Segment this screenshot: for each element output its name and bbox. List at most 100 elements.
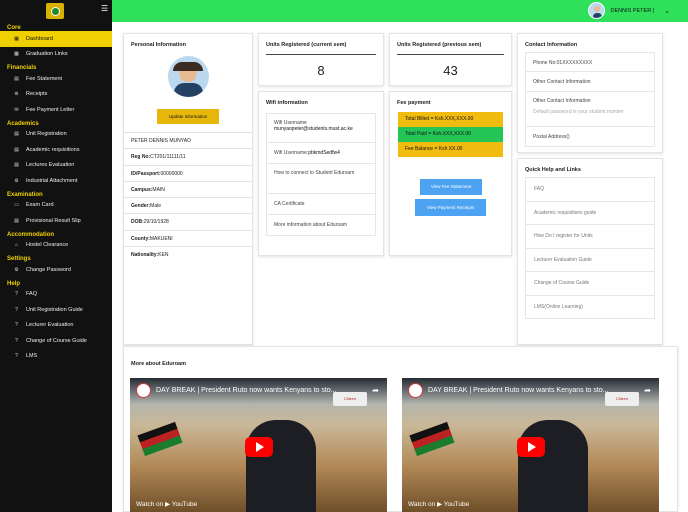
- personal-detail-row: Campus:MAIN: [124, 180, 252, 197]
- wifi-item-label: CA Certificate: [274, 201, 305, 207]
- channel-logo-icon[interactable]: [136, 383, 151, 398]
- quick-link[interactable]: LMS(Online Learning): [525, 294, 655, 318]
- channel-watermark: Citizen: [605, 392, 639, 406]
- sidebar-item-label: Provisional Result Slip: [26, 217, 81, 224]
- sidebar-item-unit-registration[interactable]: ▤ Unit Registration: [0, 127, 112, 143]
- user-menu[interactable]: DENNIS PETER | ⌄: [587, 2, 670, 19]
- sidebar-item-receipts[interactable]: ⊜ Receipts: [0, 87, 112, 103]
- hamburger-menu-icon[interactable]: ☰: [101, 5, 108, 13]
- fee-total-billed: Total Billed = Ksh.XXX,XXX.00: [398, 112, 503, 127]
- gear-icon: ⚙: [14, 266, 19, 273]
- detail-label: Reg No:: [131, 154, 151, 161]
- watch-on-youtube-link[interactable]: Watch on ▶ YouTube: [408, 500, 469, 508]
- user-name[interactable]: DENNIS PETER |: [611, 8, 655, 14]
- avatar[interactable]: [587, 2, 605, 19]
- sidebar-item-unit-registration-guide[interactable]: ? Unit Registration Guide: [0, 302, 112, 318]
- other-contact-label: Other Contact Information: [533, 98, 591, 104]
- detail-label: DOB:: [131, 219, 144, 226]
- play-button-icon[interactable]: [516, 437, 545, 457]
- detail-value: MAKUENI: [149, 235, 173, 242]
- video-title[interactable]: DAY BREAK | President Ruto now wants Ken…: [428, 387, 609, 394]
- divider: [397, 54, 504, 55]
- youtube-video-embed[interactable]: DAY BREAK | President Ruto now wants Ken…: [130, 378, 387, 512]
- quick-link[interactable]: How Do I register for Units: [525, 224, 655, 248]
- contact-info-title: Contact Information: [525, 42, 578, 48]
- wifi-info-card: Wifi information Wifi Username munyaopete…: [258, 91, 384, 256]
- top-bar: ☰ DENNIS PETER | ⌄: [0, 0, 688, 22]
- sidebar-item-label: Exam Card: [26, 202, 54, 209]
- sidebar-item-academic-requisitions[interactable]: ▤ Academic requisitions: [0, 142, 112, 158]
- sidebar-item-change-of-course-guide[interactable]: ? Change of Course Guide: [0, 333, 112, 349]
- wifi-item-label: Wifi Username:: [274, 150, 309, 156]
- question-icon: ?: [15, 322, 18, 329]
- watch-on-youtube-link[interactable]: Watch on ▶ YouTube: [136, 500, 197, 508]
- sidebar-section-title: Financials: [7, 65, 37, 71]
- play-button-icon[interactable]: [244, 437, 273, 457]
- video-thumbnail-figure: [517, 420, 588, 512]
- wifi-info-item[interactable]: How to connect to Student Eduroam: [266, 164, 376, 194]
- youtube-video-embed[interactable]: DAY BREAK | President Ruto now wants Ken…: [402, 378, 659, 512]
- quick-link[interactable]: Change of Course Guide: [525, 271, 655, 295]
- sidebar-item-label: Receipts: [26, 91, 48, 98]
- sidebar-item-label: Hostel Clearance: [26, 242, 69, 249]
- wifi-info-item[interactable]: More information about Eduroam: [266, 215, 376, 236]
- sidebar-item-label: Change of Course Guide: [26, 337, 87, 344]
- sidebar-item-lms[interactable]: ? LMS: [0, 349, 112, 365]
- personal-detail-row: Gender:Male: [124, 197, 252, 213]
- sidebar-item-faq[interactable]: ? FAQ: [0, 287, 112, 303]
- personal-detail-row: DOB:29/10/1928: [124, 213, 252, 229]
- sidebar-item-provisional-result-slip[interactable]: ▤ Provisional Result Slip: [0, 213, 112, 229]
- chevron-down-icon[interactable]: ⌄: [664, 7, 670, 15]
- video-title[interactable]: DAY BREAK | President Ruto now wants Ken…: [156, 387, 337, 394]
- sidebar-item-dashboard[interactable]: ▦ Dashboard: [0, 31, 112, 47]
- sidebar-item-fee-payment-letter[interactable]: ✉ Fee Payment Letter: [0, 102, 112, 118]
- sidebar-item-hostel-clearance[interactable]: ⌂ Hostel Clearance: [0, 238, 112, 254]
- sidebar-section-title: Examination: [7, 191, 43, 198]
- personal-detail-row: ID/Passport:00000000: [124, 164, 252, 181]
- document-icon: ▤: [14, 217, 19, 224]
- view-fee-statement-button[interactable]: View Fee Statement: [420, 179, 482, 195]
- quick-link[interactable]: Lecturer Evaluation Guide: [525, 247, 655, 271]
- document-icon: ▤: [14, 131, 19, 138]
- update-information-button[interactable]: Update Information: [157, 109, 219, 124]
- share-icon[interactable]: ➦: [644, 386, 651, 395]
- units-current-value: 8: [317, 63, 325, 78]
- personal-detail-row: Reg No:CT201/11111/11: [124, 148, 252, 164]
- units-current-card: Units Registered (current sem) 8: [258, 33, 384, 86]
- university-logo[interactable]: [46, 3, 64, 19]
- units-previous-value: 43: [443, 63, 458, 78]
- detail-value: PETER DENNIS MUNYAO: [131, 138, 191, 144]
- video-thumbnail-figure: [245, 420, 316, 512]
- sidebar-item-industrial-attachment[interactable]: ⚙ Industrial Attachment: [0, 173, 112, 189]
- wifi-item-value: pbkmdSedfw4: [308, 150, 340, 156]
- sidebar-item-label: LMS: [26, 353, 38, 360]
- document-icon: ▤: [14, 75, 19, 82]
- sidebar-item-label: FAQ: [26, 291, 38, 298]
- wifi-item-label: How to connect to Student Eduroam: [274, 170, 355, 176]
- detail-label: ID/Passport:: [131, 170, 161, 177]
- detail-value: CT201/11111/11: [150, 154, 186, 161]
- quick-link[interactable]: FAQ: [525, 177, 655, 201]
- sidebar-item-label: Dashboard: [26, 35, 53, 42]
- video-thumbnail-flag: [137, 421, 183, 457]
- detail-label: Nationality:: [131, 252, 159, 259]
- fee-total-paid: Total Paid = Ksh.XXX,XXX.00: [398, 127, 503, 142]
- sidebar-item-lectures-evaluation[interactable]: ▤ Lectures Evaluation: [0, 158, 112, 174]
- units-current-title: Units Registered (current sem): [266, 42, 347, 48]
- view-payment-receipts-button[interactable]: View Payment Receipts: [415, 199, 486, 216]
- sidebar-item-exam-card[interactable]: ▭ Exam Card: [0, 198, 112, 214]
- sidebar-item-lecturer-evaluation[interactable]: ? Lecturer Evaluation: [0, 318, 112, 334]
- wifi-info-item[interactable]: CA Certificate: [266, 194, 376, 215]
- logo-area: ☰: [0, 0, 112, 22]
- card-icon: ▭: [14, 202, 19, 209]
- channel-logo-icon[interactable]: [408, 383, 423, 398]
- envelope-icon: ✉: [14, 106, 19, 113]
- quick-link[interactable]: Academic requisitions guide: [525, 200, 655, 224]
- sidebar-section-title: Core: [7, 25, 21, 31]
- sidebar-item-graduation-links[interactable]: ▦ Graduation Links: [0, 47, 112, 63]
- share-icon[interactable]: ➦: [372, 386, 379, 395]
- receipt-icon: ⊜: [14, 91, 19, 98]
- sidebar-item-fee-statement[interactable]: ▤ Fee Statement: [0, 71, 112, 87]
- gear-icon: ⚙: [14, 177, 19, 184]
- sidebar-item-change-password[interactable]: ⚙ Change Password: [0, 262, 112, 278]
